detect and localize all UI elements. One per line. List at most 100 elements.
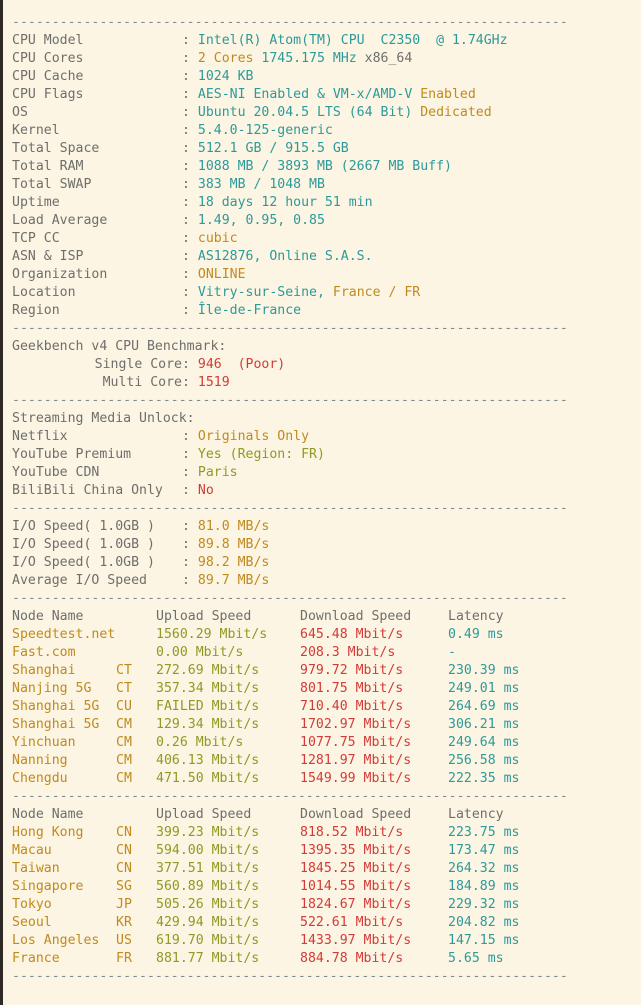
separator-top: ----------------------------------------… (12, 15, 568, 30)
speedtest-intl-cell-upload: 594.00 Mbit/s (156, 843, 260, 858)
speedtest-intl-cell-latency: 223.75 ms (448, 825, 520, 840)
speedtest-cn-cell-latency: 0.49 ms (448, 627, 504, 642)
speedtest-cn-cell-latency: - (448, 645, 456, 660)
speedtest-cn-cell-latency: 249.64 ms (448, 735, 520, 750)
system-info-7-row: Total RAM: 1088 MB / 3893 MB (2667 MB Bu… (3, 158, 641, 176)
speedtest-cn-cell-latency: 264.69 ms (448, 699, 520, 714)
speedtest-cn-row: Shanghai CT 272.69 Mbit/s 979.72 Mbit/s 230.… (3, 662, 641, 680)
system-info-5-colon: : (182, 123, 198, 138)
streaming-1-label: YouTube Premium (12, 447, 132, 462)
system-info-6-colon: : (182, 141, 198, 156)
geekbench-1-colon: : (182, 375, 198, 390)
separator-after-geekbench: ----------------------------------------… (12, 393, 568, 408)
speedtest-intl-row: Hong Kong CN 399.23 Mbit/s 818.52 Mbit/s 223… (3, 824, 641, 842)
system-info-13-value-part: ONLINE (197, 267, 246, 282)
speedtest-cn-cell-download: 645.48 Mbit/s (300, 627, 404, 642)
system-info-6-value: 512.1 GB / 915.5 GB (198, 141, 349, 156)
streaming-3-label: BiliBili China Only (12, 483, 163, 498)
system-info-8-row: Total SWAP: 383 MB / 1048 MB (3, 176, 641, 194)
system-info-7-colon: : (182, 159, 198, 174)
system-info-1-value-part: 1745.175 MHz (261, 51, 365, 66)
speedtest-cn-row: Shanghai 5G CM 129.34 Mbit/s 1702.97 Mbit/s… (3, 716, 641, 734)
speedtest-intl-table: Node Name Upload Speed Download Speed Laten… (3, 806, 641, 968)
speedtest-intl-cell-name: Los Angeles (12, 933, 100, 948)
io-speed-2-colon: : (182, 555, 198, 570)
speedtest-cn-cell-name: Fast.com (12, 645, 76, 660)
system-info-4-colon: : (182, 105, 198, 120)
io-speed-2-value: 98.2 MB/s (198, 555, 269, 570)
speedtest-intl-cell-download: 1824.67 Mbit/s (300, 897, 412, 912)
speedtest-intl-cell-cc: FR (116, 951, 132, 966)
io-speed-3-colon: : (182, 573, 198, 588)
system-info-1-value-part: x86_64 (364, 51, 413, 66)
system-info-10-value: 1.49, 0.95, 0.85 (198, 213, 325, 228)
speedtest-intl-cell-upload: 399.23 Mbit/s (156, 825, 260, 840)
system-info-2-row: CPU Cache: 1024 KB (3, 68, 641, 86)
geekbench-1-row: Multi Core: 1519 (3, 374, 641, 392)
system-info-12-value: AS12876, Online S.A.S. (198, 249, 373, 264)
speedtest-cn-cell-download: 710.40 Mbit/s (300, 699, 404, 714)
system-info-9-row: Uptime: 18 days 12 hour 51 min (3, 194, 641, 212)
separator-after-cn: ----------------------------------------… (12, 789, 568, 804)
speedtest-intl-cell-latency: 229.32 ms (448, 897, 520, 912)
speedtest-intl-cell-latency: 184.89 ms (448, 879, 520, 894)
speedtest-intl-row: Tokyo JP 505.26 Mbit/s 1824.67 Mbit/s 229.32… (3, 896, 641, 914)
streaming-2-label: YouTube CDN (12, 465, 100, 480)
system-info-8-value-part: 383 MB / 1048 MB (197, 177, 325, 192)
system-info-12-colon: : (182, 249, 198, 264)
streaming-2-value: Paris (198, 465, 238, 480)
system-info-0-label: CPU Model (12, 33, 84, 48)
speedtest-cn-cell-cc: CM (116, 735, 132, 750)
system-info-1-value: 2 Cores 1745.175 MHz x86_64 (198, 51, 412, 66)
streaming-0-value-part: Originals Only (197, 429, 310, 444)
system-info-0-value: Intel(R) Atom(TM) CPU C2350 @ 1.74GHz (198, 33, 508, 48)
streaming-3-row: BiliBili China Only: No (3, 482, 641, 500)
system-info-7-value: 1088 MB / 3893 MB (2667 MB Buff) (198, 159, 452, 174)
speedtest-intl-cell-name: Taiwan (12, 861, 60, 876)
speedtest-intl-cell-upload: 505.26 Mbit/s (156, 897, 260, 912)
speedtest-cn-cell-name: Shanghai 5G (12, 699, 100, 714)
speedtest-intl-cell-name: Hong Kong (12, 825, 84, 840)
system-info-8-colon: : (182, 177, 198, 192)
speedtest-cn-cell-name: Nanning (12, 753, 68, 768)
speedtest-cn-cell-name: Chengdu (12, 771, 68, 786)
system-info-0-value-part: Intel(R) Atom(TM) CPU C2350 @ 1.74GHz (197, 33, 508, 48)
speedtest-intl-cell-latency: 147.15 ms (448, 933, 520, 948)
speedtest-cn-row: Nanning CM 406.13 Mbit/s 1281.97 Mbit/s 256.… (3, 752, 641, 770)
speedtest-intl-cell-download: 1014.55 Mbit/s (300, 879, 412, 894)
system-info-12-label: ASN & ISP (12, 249, 84, 264)
speedtest-cn-cell-name: Shanghai (12, 663, 76, 678)
io-speed-2-row: I/O Speed( 1.0GB ): 98.2 MB/s (3, 554, 641, 572)
speedtest-cn-cell-name: Shanghai 5G (12, 717, 100, 732)
speedtest-cn-cell-upload: 1560.29 Mbit/s (156, 627, 268, 642)
streaming-2-colon: : (182, 465, 198, 480)
speedtest-cn-cell-upload: 0.26 Mbit/s (156, 735, 244, 750)
separator-bottom: ----------------------------------------… (12, 969, 568, 984)
system-info-1-row: CPU Cores: 2 Cores 1745.175 MHz x86_64 (3, 50, 641, 68)
speedtest-intl-row: France FR 881.77 Mbit/s 884.78 Mbit/s 5.65 m… (3, 950, 641, 968)
system-info-13-label: Organization (12, 267, 108, 282)
geekbench-0-value-part: 946 (Poor) (197, 357, 286, 372)
speedtest-cn-cell-upload: 357.34 Mbit/s (156, 681, 260, 696)
speedtest-intl-cell-upload: 619.70 Mbit/s (156, 933, 260, 948)
speedtest-cn-cell-upload: 272.69 Mbit/s (156, 663, 260, 678)
speedtest-cn-cell-cc: CM (116, 771, 132, 786)
speedtest-cn-cell-upload: FAILED Mbit/s (156, 699, 260, 714)
system-info-15-label: Region (12, 303, 60, 318)
streaming-3-colon: : (182, 483, 198, 498)
speedtest-intl-cell-download: 1433.97 Mbit/s (300, 933, 412, 948)
speedtest-intl-cell-download: 1395.35 Mbit/s (300, 843, 412, 858)
system-info-14-value-part: France / FR (332, 285, 421, 300)
system-info-5-row: Kernel: 5.4.0-125-generic (3, 122, 641, 140)
system-info-3-colon: : (182, 87, 198, 102)
system-info-5-value: 5.4.0-125-generic (198, 123, 333, 138)
system-info-13-row: Organization: ONLINE (3, 266, 641, 284)
speedtest-intl-cell-name: Tokyo (12, 897, 52, 912)
system-info-7-label: Total RAM (12, 159, 84, 174)
speedtest-intl-cell-cc: CN (116, 825, 132, 840)
system-info-9-value: 18 days 12 hour 51 min (198, 195, 373, 210)
speedtest-intl-cell-download: 818.52 Mbit/s (300, 825, 404, 840)
speedtest-cn-header-row: Node Name Upload Speed Download Speed Laten… (3, 608, 641, 626)
system-info-2-value: 1024 KB (198, 69, 254, 84)
speedtest-cn-cell-cc: CM (116, 717, 132, 732)
